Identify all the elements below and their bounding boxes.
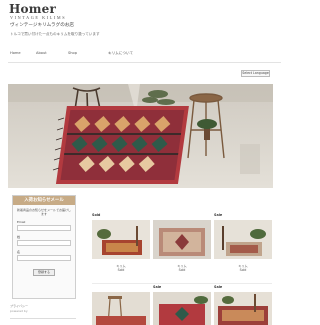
product-photo — [214, 292, 272, 325]
product-image[interactable] — [153, 292, 211, 325]
product-badge: Sale — [214, 213, 223, 217]
newsletter-box: 入荷お知らせメール 新着商品のお知らせをメールでお届けします Email 姓 名… — [12, 195, 76, 299]
first-name-label: 名 — [17, 250, 21, 254]
product-image[interactable] — [92, 220, 150, 259]
product-price: Sold — [239, 268, 247, 272]
product-image[interactable] — [214, 292, 272, 325]
first-name-field[interactable] — [17, 255, 71, 261]
product-price: Sold — [178, 268, 186, 272]
nav-item-kilim[interactable]: キリムについて — [108, 51, 133, 56]
product-card[interactable]: Sale キリム Sold — [214, 213, 272, 275]
product-row-divider — [92, 283, 272, 284]
product-badge: Sold — [92, 213, 101, 217]
last-name-field[interactable] — [17, 240, 71, 246]
product-card[interactable]: キリム Sold — [153, 213, 211, 275]
newsletter-title: 入荷お知らせメール — [13, 196, 75, 205]
newsletter-text: 新着商品のお知らせをメールでお届けします — [17, 208, 71, 216]
privacy-link[interactable]: プライバシー — [10, 304, 28, 308]
product-card[interactable]: Sold キリム Sold — [92, 213, 150, 275]
product-image[interactable] — [153, 220, 211, 259]
language-select-button[interactable]: Select Language — [241, 70, 270, 77]
site-description: トルコで買い付けた一点ものキリムを取り扱っています — [10, 32, 100, 36]
product-image[interactable] — [92, 292, 150, 325]
nav-item-shop[interactable]: Shop — [68, 51, 77, 55]
product-badge: Sale — [153, 285, 162, 289]
sidebar-divider — [10, 318, 76, 319]
product-photo — [153, 220, 211, 259]
product-card[interactable] — [92, 285, 150, 325]
product-photo — [92, 220, 150, 259]
nav-item-home[interactable]: Home — [10, 51, 21, 55]
hero-photo — [8, 84, 273, 188]
hero-image — [8, 84, 273, 188]
site-logo[interactable]: Homer — [9, 2, 56, 16]
product-card[interactable]: Sale — [153, 285, 211, 325]
logo-subtitle: VINTAGE KILIMS — [10, 15, 67, 20]
product-card[interactable]: Sale — [214, 285, 272, 325]
powered-by-text: powered by — [10, 309, 28, 313]
product-price: Sold — [117, 268, 125, 272]
product-photo — [92, 292, 150, 325]
product-badge: Sale — [214, 285, 223, 289]
product-photo — [214, 220, 272, 259]
subscribe-button[interactable]: 登録する — [33, 269, 55, 276]
nav-item-about[interactable]: About — [36, 51, 47, 55]
email-field[interactable] — [17, 225, 71, 231]
product-photo — [153, 292, 211, 325]
product-image[interactable] — [214, 220, 272, 259]
site-tagline: ヴィンテージキリムラグのお店 — [10, 23, 74, 28]
email-label: Email — [17, 220, 26, 224]
last-name-label: 姓 — [17, 235, 21, 239]
main-nav: Home About Shop キリムについて — [8, 51, 281, 60]
nav-divider — [8, 62, 281, 63]
